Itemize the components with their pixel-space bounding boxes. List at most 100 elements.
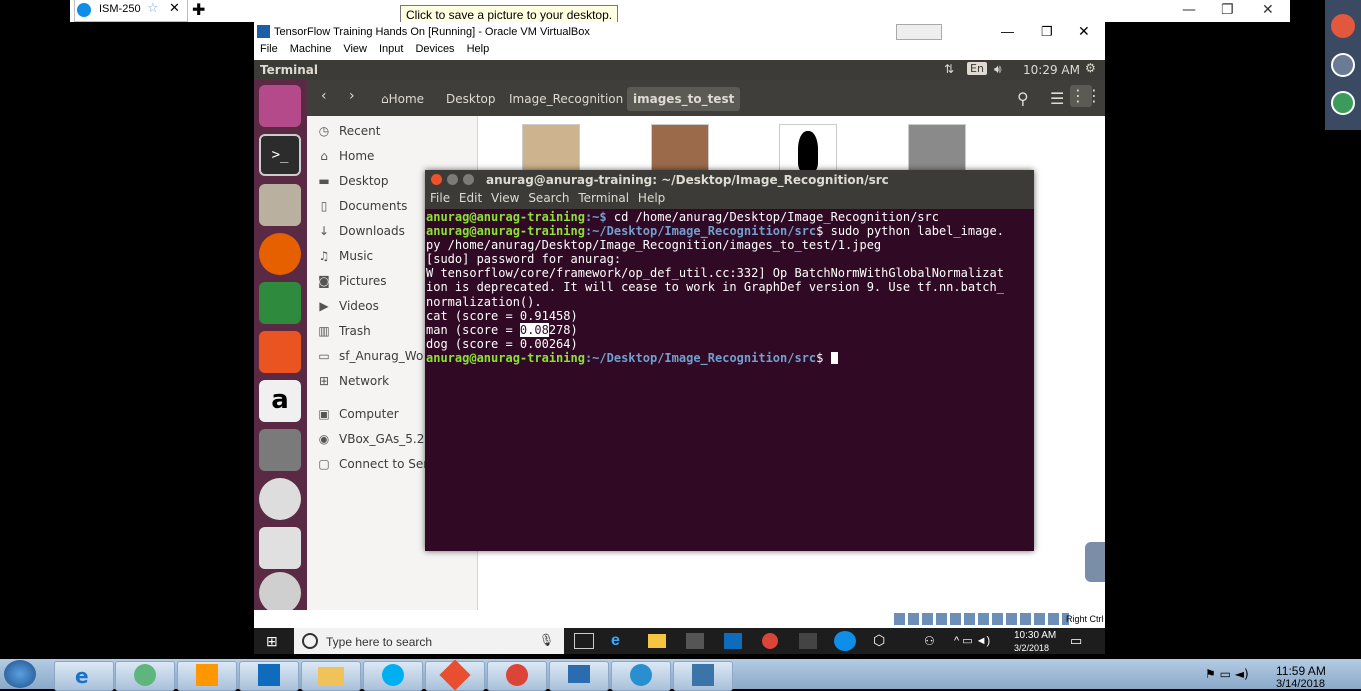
- menu-search[interactable]: Search: [528, 191, 569, 205]
- store-icon[interactable]: [686, 633, 704, 649]
- task-view-icon[interactable]: [574, 633, 594, 649]
- taskbar-skype[interactable]: [363, 661, 423, 691]
- restore-icon[interactable]: ❐: [1041, 24, 1053, 40]
- sidebar-item-connect-to-server[interactable]: ▢ Connect to Serv: [317, 457, 435, 471]
- sidebar-item-trash[interactable]: ▥ Trash: [317, 324, 370, 338]
- window-icon[interactable]: [1331, 53, 1355, 77]
- menu-machine[interactable]: Machine: [290, 43, 332, 55]
- files-icon[interactable]: [259, 184, 301, 226]
- keyboard-indicator[interactable]: En: [967, 62, 987, 75]
- view-dropdown[interactable]: [896, 24, 942, 40]
- sidebar-item-recent[interactable]: ◷ Recent: [317, 124, 381, 138]
- terminal-window[interactable]: anurag@anurag-training: ~/Desktop/Image_…: [425, 170, 1034, 551]
- sidebar-item-videos[interactable]: ▶ Videos: [317, 299, 379, 313]
- close-icon[interactable]: ✕: [1078, 23, 1090, 40]
- menu-help[interactable]: Help: [467, 43, 490, 55]
- sidebar-item-music[interactable]: ♫ Music: [317, 249, 374, 263]
- taskbar-sublime[interactable]: [177, 661, 237, 691]
- grid-view-icon[interactable]: ⋮⋮: [1070, 85, 1102, 107]
- notifications-icon[interactable]: ▭: [1070, 633, 1082, 649]
- taskbar-git[interactable]: [425, 659, 485, 691]
- terminal-output[interactable]: anurag@anurag-training:~$ cd /home/anura…: [426, 210, 1030, 365]
- firefox-icon[interactable]: [259, 233, 301, 275]
- sidebar-item-pictures[interactable]: ◙ Pictures: [317, 274, 386, 288]
- tray-icons[interactable]: ⚑ ▭ ◄): [1205, 667, 1249, 681]
- outlook-icon[interactable]: [724, 633, 742, 649]
- people-icon[interactable]: ⚇: [924, 634, 935, 648]
- chrome-icon[interactable]: [762, 633, 778, 649]
- gear-icon[interactable]: ⚙: [1085, 61, 1096, 75]
- menu-file[interactable]: File: [430, 191, 450, 205]
- sidebar-item-vbox-gas[interactable]: ◉ VBox_GAs_5.2.: [317, 432, 428, 446]
- minimize-icon[interactable]: [447, 174, 458, 185]
- image-thumbnail[interactable]: [779, 124, 837, 176]
- disc-icon[interactable]: [259, 572, 301, 614]
- sidebar-item-home[interactable]: ⌂ Home: [317, 149, 374, 163]
- taskbar-python[interactable]: [673, 661, 733, 691]
- sidebar-item-desktop[interactable]: ▬ Desktop: [317, 174, 388, 188]
- network-icon[interactable]: ⇅: [944, 62, 954, 76]
- microphone-icon[interactable]: [1331, 14, 1355, 38]
- maximize-icon[interactable]: [463, 174, 474, 185]
- teamviewer-handle[interactable]: [1085, 542, 1105, 582]
- back-icon[interactable]: ‹: [321, 88, 327, 104]
- taskbar-remote-desktop[interactable]: [549, 661, 609, 691]
- system-tray-icons[interactable]: ^ ▭ ◄): [954, 634, 990, 647]
- hand-icon[interactable]: [1331, 91, 1355, 115]
- taskbar-outlook[interactable]: [239, 661, 299, 691]
- sidebar-item-computer[interactable]: ▣ Computer: [317, 407, 398, 421]
- breadcrumb-desktop[interactable]: Desktop: [440, 87, 502, 111]
- close-tab-icon[interactable]: ✕: [169, 1, 180, 16]
- forward-icon[interactable]: ›: [349, 88, 355, 104]
- taskbar-chrome[interactable]: [487, 661, 547, 691]
- restore-icon[interactable]: ❐: [1221, 2, 1234, 18]
- star-icon[interactable]: ☆: [147, 1, 159, 16]
- menu-view[interactable]: View: [491, 191, 519, 205]
- list-view-icon[interactable]: ☰: [1050, 89, 1064, 108]
- terminal-icon[interactable]: >_: [259, 134, 301, 176]
- image-thumbnail[interactable]: [651, 124, 709, 176]
- volume-icon[interactable]: 🔊︎: [994, 62, 1002, 77]
- win10-clock[interactable]: 10:30 AM: [1014, 630, 1056, 641]
- selected-text[interactable]: 0.08: [519, 322, 549, 337]
- text-editor-icon[interactable]: [259, 527, 301, 569]
- breadcrumb-images-to-test[interactable]: images_to_test: [627, 87, 741, 111]
- dash-icon[interactable]: [259, 85, 301, 127]
- clock[interactable]: 10:29 AM: [1023, 63, 1080, 77]
- amazon-icon[interactable]: a: [259, 380, 301, 422]
- virtualbox-icon[interactable]: ⬡: [873, 632, 885, 649]
- menu-devices[interactable]: Devices: [415, 43, 454, 55]
- minimize-icon[interactable]: —: [1182, 2, 1196, 18]
- sidebar-item-downloads[interactable]: ↓ Downloads: [317, 224, 405, 238]
- sidebar-item-shared-folder[interactable]: ▭ sf_Anurag_Wo: [317, 349, 423, 363]
- image-thumbnail[interactable]: [908, 124, 966, 176]
- sidebar-item-network[interactable]: ⊞ Network: [317, 374, 389, 388]
- minimize-icon[interactable]: —: [1001, 24, 1014, 39]
- search-icon[interactable]: ⚲: [1017, 89, 1029, 108]
- breadcrumb-home[interactable]: ⌂Home: [375, 87, 430, 111]
- microphone-icon[interactable]: 🎙︎: [539, 633, 554, 647]
- teamviewer-icon[interactable]: [834, 631, 856, 651]
- menu-view[interactable]: View: [343, 43, 367, 55]
- taskbar-ie[interactable]: e: [54, 661, 114, 691]
- spreadsheet-icon[interactable]: [259, 282, 301, 324]
- edge-icon[interactable]: e: [611, 632, 620, 650]
- new-tab-button[interactable]: ✚: [192, 0, 205, 19]
- menu-input[interactable]: Input: [379, 43, 403, 55]
- taskbar-settings[interactable]: [611, 661, 671, 691]
- device-status-icons[interactable]: [894, 613, 1069, 625]
- tab-ism-250[interactable]: ISM-250 ☆ ✕: [74, 0, 188, 22]
- image-thumbnail[interactable]: [522, 124, 580, 176]
- breadcrumb-image-recognition[interactable]: Image_Recognition: [503, 87, 629, 111]
- sidebar-item-documents[interactable]: ▯ Documents: [317, 199, 408, 213]
- close-icon[interactable]: [431, 174, 442, 185]
- terminal-icon[interactable]: [799, 633, 817, 649]
- chrome-icon[interactable]: [259, 478, 301, 520]
- file-explorer-icon[interactable]: [648, 634, 666, 648]
- windows-start-icon[interactable]: ⊞: [266, 633, 278, 650]
- menu-terminal[interactable]: Terminal: [578, 191, 629, 205]
- windows-start-icon[interactable]: [4, 660, 36, 688]
- menu-help[interactable]: Help: [638, 191, 665, 205]
- software-center-icon[interactable]: [259, 331, 301, 373]
- menu-edit[interactable]: Edit: [459, 191, 482, 205]
